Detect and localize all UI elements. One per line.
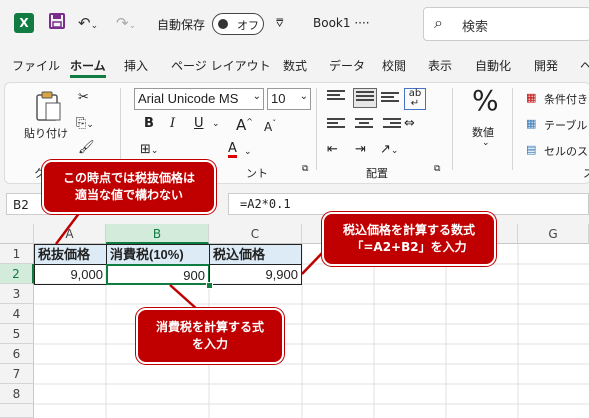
callout-line: を入力 [191, 337, 228, 351]
callout-text: この時点では税抜価格は 適当な値で構わない [63, 170, 195, 204]
callout-tax-excluded-note: この時点では税抜価格は 適当な値で構わない [42, 160, 216, 214]
callout-text: 消費税を計算する式 を入力 [156, 319, 264, 353]
callout-text: 税込価格を計算する数式 「=A2+B2」を入力 [343, 222, 475, 256]
callout-line: 消費税を計算する式 [155, 320, 264, 334]
callout-line: 税込価格を計算する数式 [342, 223, 475, 237]
callout-line: 適当な値で構わない [74, 188, 183, 202]
callout-tax-included-formula: 税込価格を計算する数式 「=A2+B2」を入力 [322, 212, 496, 266]
callout-line: この時点では税抜価格は [62, 171, 195, 185]
callout-line: 「=A2+B2」を入力 [351, 240, 467, 254]
callout-consumption-tax-formula: 消費税を計算する式 を入力 [136, 308, 284, 364]
